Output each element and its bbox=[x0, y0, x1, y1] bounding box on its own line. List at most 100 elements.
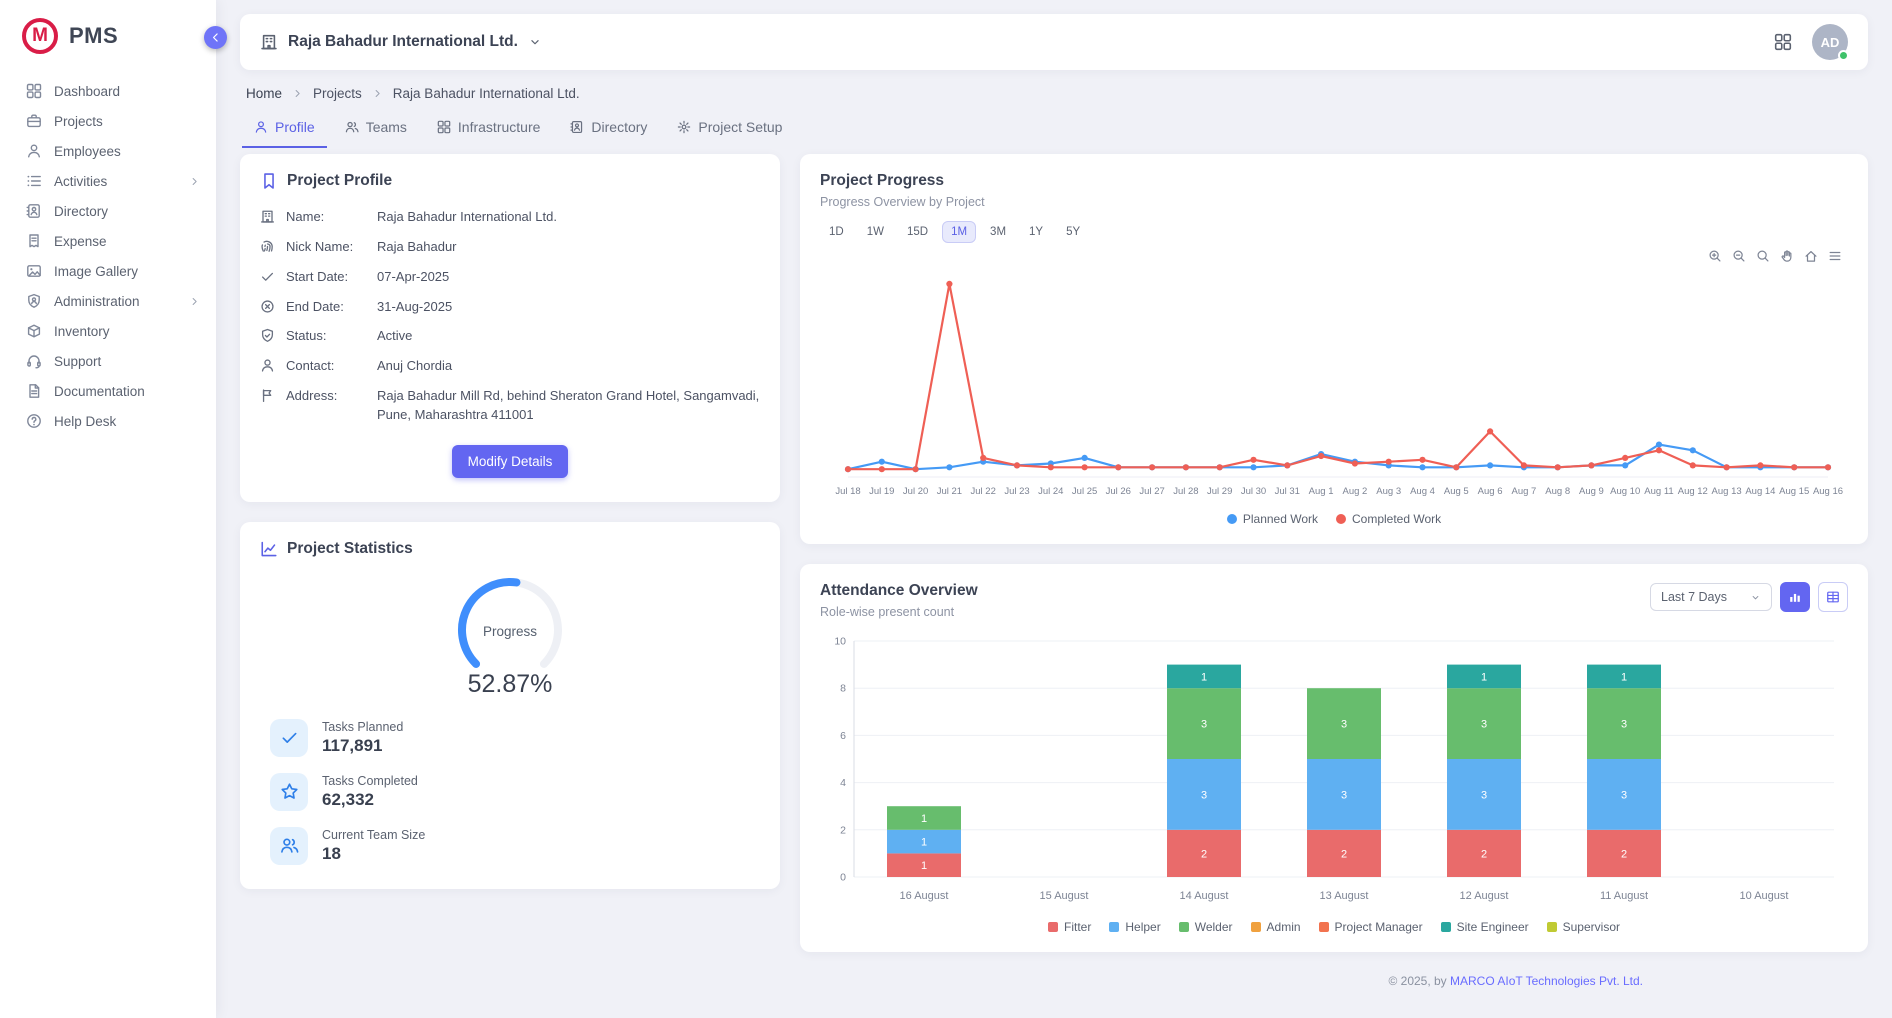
sidebar-item-administration[interactable]: Administration bbox=[0, 286, 216, 316]
tab-directory[interactable]: Directory bbox=[558, 109, 659, 148]
sidebar-item-image-gallery[interactable]: Image Gallery bbox=[0, 256, 216, 286]
svg-text:2: 2 bbox=[840, 824, 846, 836]
tab-label: Teams bbox=[366, 119, 407, 135]
svg-text:1: 1 bbox=[1621, 671, 1627, 683]
selection-zoom-icon[interactable] bbox=[1756, 249, 1770, 263]
sidebar-item-projects[interactable]: Projects bbox=[0, 106, 216, 136]
stat-current-team-size: Current Team Size18 bbox=[270, 827, 760, 865]
svg-text:Jul 30: Jul 30 bbox=[1241, 486, 1266, 497]
legend-planned-work[interactable]: Planned Work bbox=[1227, 512, 1318, 526]
company-selector[interactable]: Raja Bahadur International Ltd. bbox=[260, 33, 542, 51]
breadcrumb-item-raja-bahadur-international-ltd[interactable]: Raja Bahadur International Ltd. bbox=[393, 86, 580, 101]
svg-text:Jul 21: Jul 21 bbox=[937, 486, 962, 497]
stat-icon-box bbox=[270, 719, 308, 757]
stat-label: Tasks Completed bbox=[322, 774, 418, 788]
sidebar-item-employees[interactable]: Employees bbox=[0, 136, 216, 166]
table-icon bbox=[1826, 590, 1840, 604]
chevron-right-icon bbox=[292, 88, 303, 99]
svg-text:3: 3 bbox=[1481, 789, 1487, 801]
sidebar-item-label: Employees bbox=[54, 144, 121, 159]
field-value: 07-Apr-2025 bbox=[377, 268, 760, 287]
field-label: End Date: bbox=[286, 298, 366, 317]
svg-text:Aug 4: Aug 4 bbox=[1410, 486, 1435, 497]
legend-supervisor[interactable]: Supervisor bbox=[1547, 920, 1620, 934]
tab-teams[interactable]: Teams bbox=[333, 109, 419, 148]
sidebar-item-inventory[interactable]: Inventory bbox=[0, 316, 216, 346]
svg-text:Jul 26: Jul 26 bbox=[1106, 486, 1131, 497]
field-value: Anuj Chordia bbox=[377, 357, 760, 376]
user-icon bbox=[254, 120, 268, 134]
sidebar-collapse-button[interactable] bbox=[204, 26, 227, 49]
zoom-in-icon[interactable] bbox=[1708, 249, 1722, 263]
range-3m-button[interactable]: 3M bbox=[981, 221, 1015, 243]
sidebar-item-expense[interactable]: Expense bbox=[0, 226, 216, 256]
svg-text:3: 3 bbox=[1341, 719, 1347, 731]
sidebar-item-help-desk[interactable]: Help Desk bbox=[0, 406, 216, 436]
stat-value: 117,891 bbox=[322, 736, 403, 756]
breadcrumb-item-home[interactable]: Home bbox=[246, 86, 282, 101]
range-15d-button[interactable]: 15D bbox=[898, 221, 937, 243]
legend-project-manager[interactable]: Project Manager bbox=[1319, 920, 1423, 934]
profile-field-start-date: Start Date: 07-Apr-2025 bbox=[260, 268, 760, 287]
profile-field-address: Address:Raja Bahadur Mill Rd, behind She… bbox=[260, 387, 760, 425]
line-chart-area: Jul 18Jul 19Jul 20Jul 21Jul 22Jul 23Jul … bbox=[820, 251, 1848, 508]
tab-profile[interactable]: Profile bbox=[242, 109, 327, 148]
card-title-row: Project Statistics bbox=[260, 540, 760, 558]
address-book-icon bbox=[26, 203, 42, 219]
legend-fitter[interactable]: Fitter bbox=[1048, 920, 1091, 934]
field-label: Start Date: bbox=[286, 268, 366, 287]
field-value: Raja Bahadur Mill Rd, behind Sheraton Gr… bbox=[377, 387, 760, 425]
project-statistics-card: Project Statistics Progress 52.87% Tasks… bbox=[240, 522, 780, 889]
apps-grid-icon[interactable] bbox=[1774, 33, 1792, 51]
svg-text:Jul 22: Jul 22 bbox=[971, 486, 996, 497]
svg-text:1: 1 bbox=[1481, 671, 1487, 683]
legend-label: Site Engineer bbox=[1457, 920, 1529, 934]
pan-icon[interactable] bbox=[1780, 249, 1794, 263]
sidebar-item-activities[interactable]: Activities bbox=[0, 166, 216, 196]
chevron-left-icon bbox=[209, 31, 222, 44]
sidebar-item-dashboard[interactable]: Dashboard bbox=[0, 76, 216, 106]
circle-x-icon bbox=[260, 299, 275, 314]
svg-text:Aug 13: Aug 13 bbox=[1712, 486, 1742, 497]
sidebar-item-label: Administration bbox=[54, 294, 140, 309]
date-range-select[interactable]: Last 7 Days bbox=[1650, 583, 1772, 611]
footer-link[interactable]: MARCO AIoT Technologies Pvt. Ltd. bbox=[1450, 974, 1643, 988]
svg-text:8: 8 bbox=[840, 683, 846, 695]
app-logo[interactable]: M PMS bbox=[0, 0, 216, 72]
reset-zoom-icon[interactable] bbox=[1804, 249, 1818, 263]
sidebar-item-directory[interactable]: Directory bbox=[0, 196, 216, 226]
main-area: Raja Bahadur International Ltd. AD Home P… bbox=[216, 0, 1892, 1018]
legend-site-engineer[interactable]: Site Engineer bbox=[1441, 920, 1529, 934]
user-avatar[interactable]: AD bbox=[1812, 24, 1848, 60]
box-icon bbox=[26, 323, 42, 339]
header-actions: AD bbox=[1774, 24, 1848, 60]
sidebar-item-label: Projects bbox=[54, 114, 103, 129]
field-value: Raja Bahadur bbox=[377, 238, 760, 257]
chart-menu-icon[interactable] bbox=[1828, 249, 1842, 263]
range-1d-button[interactable]: 1D bbox=[820, 221, 853, 243]
zoom-out-icon[interactable] bbox=[1732, 249, 1746, 263]
modify-details-button[interactable]: Modify Details bbox=[452, 445, 569, 478]
headset-icon bbox=[26, 353, 42, 369]
bar-view-toggle[interactable] bbox=[1780, 582, 1810, 612]
tab-project-setup[interactable]: Project Setup bbox=[665, 109, 794, 148]
right-column: Project Progress Progress Overview by Pr… bbox=[800, 154, 1868, 988]
range-1w-button[interactable]: 1W bbox=[858, 221, 893, 243]
profile-field-nick-name: Nick Name:Raja Bahadur bbox=[260, 238, 760, 257]
tab-infrastructure[interactable]: Infrastructure bbox=[425, 109, 552, 148]
svg-text:12 August: 12 August bbox=[1460, 890, 1509, 902]
legend-welder[interactable]: Welder bbox=[1179, 920, 1233, 934]
legend-completed-work[interactable]: Completed Work bbox=[1336, 512, 1441, 526]
legend-helper[interactable]: Helper bbox=[1109, 920, 1160, 934]
sidebar-item-support[interactable]: Support bbox=[0, 346, 216, 376]
sidebar-menu: Dashboard Projects Employees ActivitiesDire… bbox=[0, 72, 216, 440]
legend-label: Welder bbox=[1195, 920, 1233, 934]
legend-admin[interactable]: Admin bbox=[1251, 920, 1301, 934]
card-title: Project Progress bbox=[820, 172, 1848, 190]
range-5y-button[interactable]: 5Y bbox=[1057, 221, 1089, 243]
range-1m-button[interactable]: 1M bbox=[942, 221, 976, 243]
table-view-toggle[interactable] bbox=[1818, 582, 1848, 612]
range-1y-button[interactable]: 1Y bbox=[1020, 221, 1052, 243]
sidebar-item-documentation[interactable]: Documentation bbox=[0, 376, 216, 406]
breadcrumb-item-projects[interactable]: Projects bbox=[313, 86, 362, 101]
